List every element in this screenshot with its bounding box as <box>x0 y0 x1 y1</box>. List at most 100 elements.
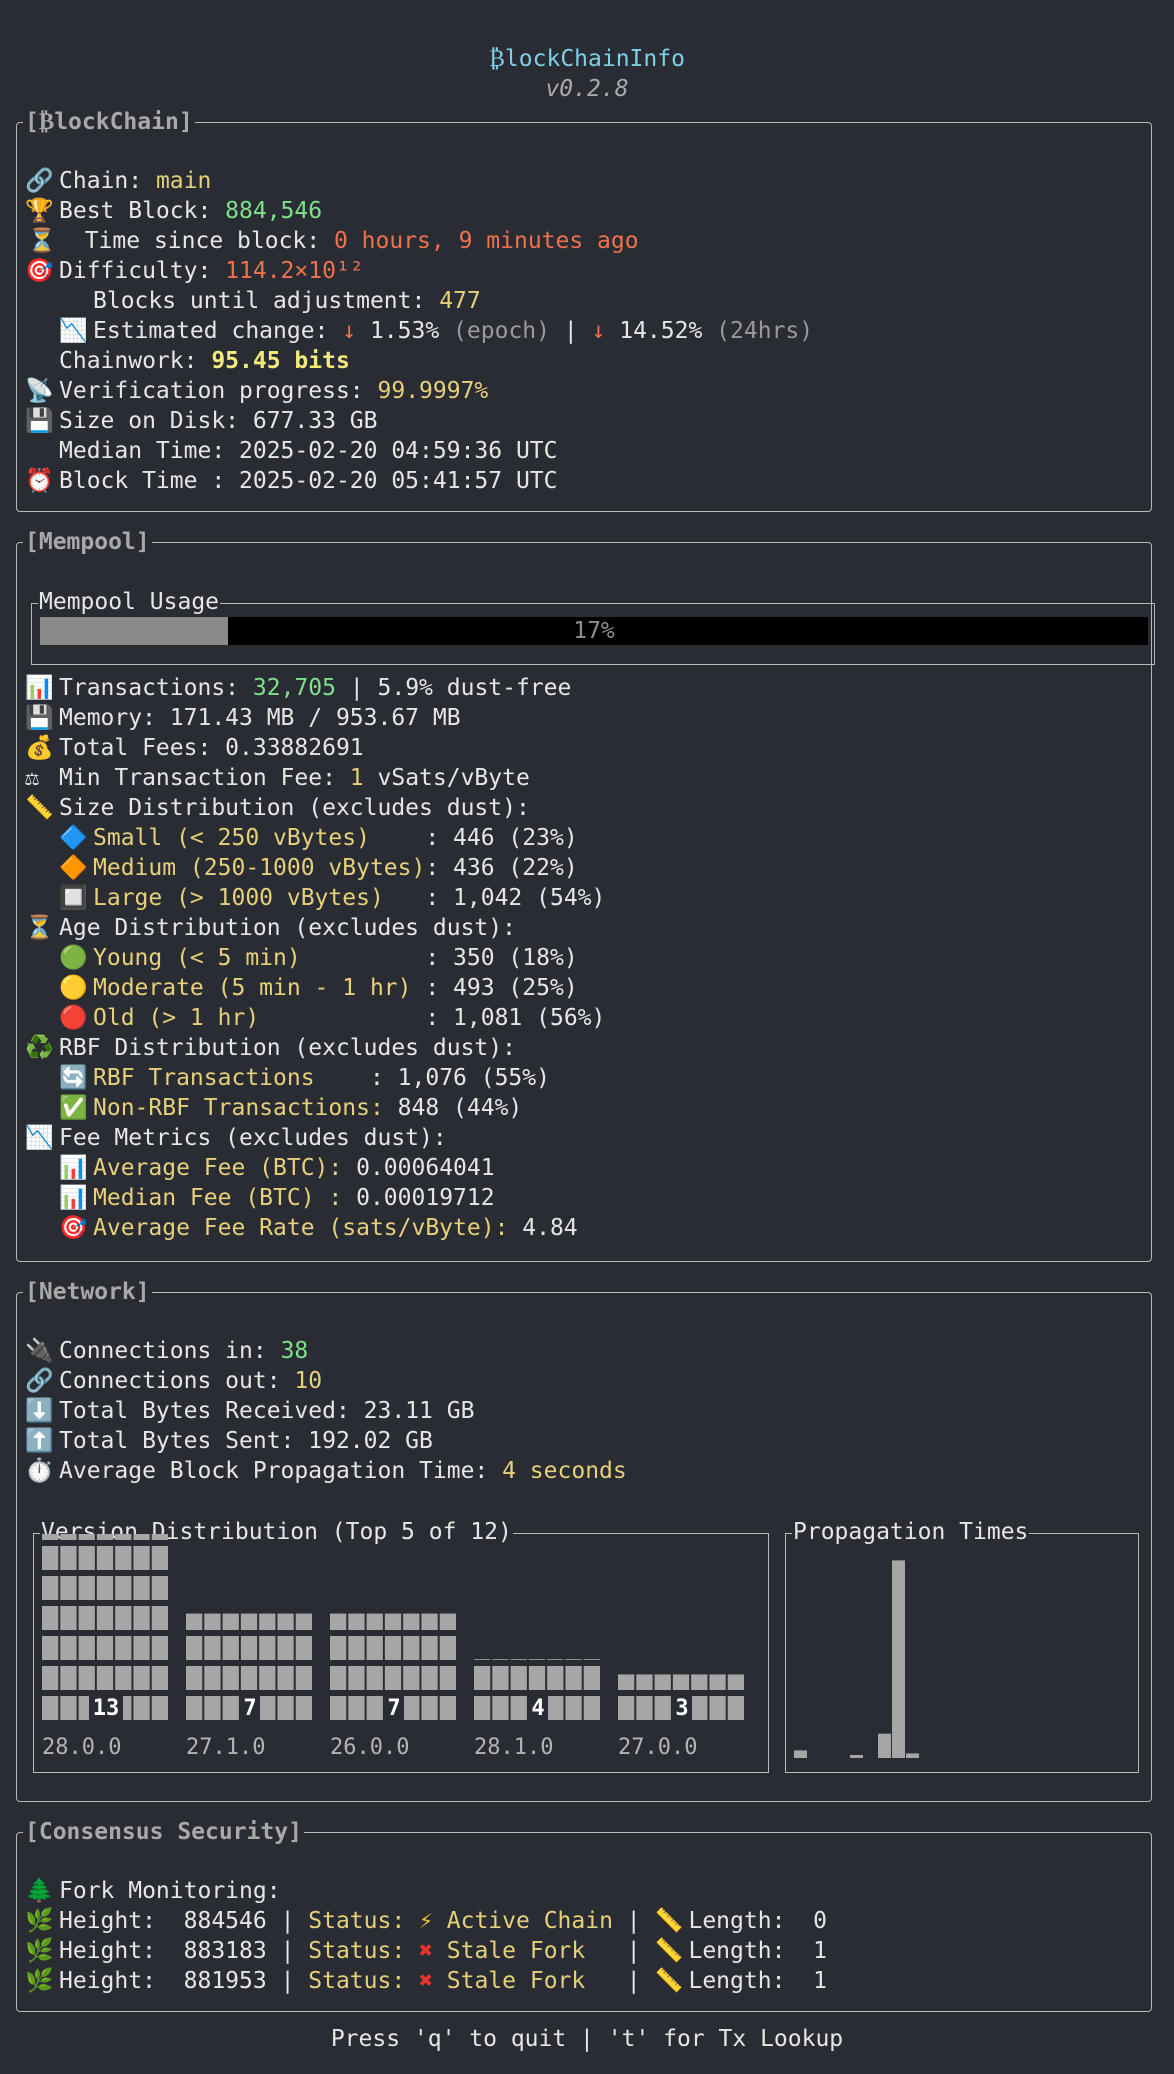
propagation-bar <box>892 1560 905 1758</box>
connections-out-value: 10 <box>294 1368 323 1394</box>
stopwatch-icon: ⏱️ <box>25 1458 54 1484</box>
median-fee-row: 📊 Median Fee (BTC) : 0.00019712 <box>59 1185 495 1211</box>
time-since-value: 0 hours, 9 minutes ago <box>333 228 639 254</box>
ruler-icon: 📏 <box>654 1938 684 1964</box>
ruler-icon: 📏 <box>654 1908 684 1934</box>
orange-diamond-icon: 🔶 <box>59 855 88 881</box>
block-time-value: 2025-02-20 05:41:57 UTC <box>239 468 558 494</box>
bar-chart-icon: 📊 <box>25 675 54 701</box>
verification-value: 99.9997% <box>377 378 489 404</box>
bytes-received-row: ⬇️ Total Bytes Received: 23.11 GB <box>25 1398 475 1424</box>
avg-fee-rate-row: 🎯 Average Fee Rate (sats/vByte): 4.84 <box>59 1215 578 1241</box>
mempool-panel: [Mempool] Mempool Usage 17% 📊 Transaction… <box>16 527 1155 1262</box>
total-fees-row: 💰 Total Fees: 0.33882691 <box>25 735 364 761</box>
size-medium-row: 🔶 Medium (250-1000 vBytes): 436 (22%) <box>59 855 578 881</box>
arrow-down-icon: ↓ <box>342 318 370 344</box>
block-time-row: ⏰ Block Time : 2025-02-20 05:41:57 UTC <box>25 468 558 494</box>
trophy-icon: 🏆 <box>25 198 54 224</box>
mempool-panel-title: [Mempool] <box>23 527 152 557</box>
hops-icon: 🌿 <box>25 1968 54 1994</box>
version-bar-value: 7 <box>387 1696 400 1721</box>
version-category-label: 27.0.0 <box>618 1735 697 1760</box>
non-rbf-row: ✅ Non-RBF Transactions: 848 (44%) <box>59 1095 523 1121</box>
fork-height: 883183 <box>183 1938 267 1964</box>
lightning-icon: ⚡ <box>419 1908 433 1934</box>
mempool-usage-title: Mempool Usage <box>38 589 221 615</box>
blockchain-panel-title: [₿lockChain] <box>23 107 195 137</box>
tree-icon: 🌲 <box>25 1878 54 1904</box>
min-fee-value: 1 <box>349 765 364 791</box>
age-old-row: 🔴 Old (> 1 hr) : 1,081 (56%) <box>59 1005 606 1031</box>
black-square-icon: 🔲 <box>59 885 88 911</box>
bytes-sent-row: ⬆️ Total Bytes Sent: 192.02 GB <box>25 1428 433 1454</box>
app-header: ₿lockChainInfo v0.2.8 <box>0 0 1174 104</box>
fork-row: 🌿 Height: 881953 | Status: ✖ Stale Fork |… <box>25 1968 827 1994</box>
version-category-label: 27.1.0 <box>186 1735 265 1760</box>
footer-hint: Press 'q' to quit | 't' for Tx Lookup <box>330 2026 844 2052</box>
up-arrow-icon: ⬆️ <box>25 1428 54 1454</box>
propagation-bar <box>878 1733 891 1758</box>
age-moderate-row: 🟡 Moderate (5 min - 1 hr) : 493 (25%) <box>59 975 578 1001</box>
version-distribution-chart: 13 28.0.0 7 27.1.0 7 26.0.0 4 28.1.0 3 27.0.0 <box>42 1534 744 1760</box>
memory-value: 171.43 MB / 953.67 MB <box>169 705 461 731</box>
propagation-time-row: ⏱️ Average Block Propagation Time: 4 seco… <box>25 1458 627 1484</box>
age-distribution-row: ⏳ Age Distribution (excludes dust): <box>25 915 516 941</box>
transactions-row: 📊 Transactions: 32,705 | 5.9% dust-free <box>25 675 572 701</box>
version-category-label: 28.1.0 <box>474 1735 553 1760</box>
verification-row: 📡 Verification progress: 99.9997% <box>25 378 489 404</box>
time-since-row: ⏳ Time since block: 0 hours, 9 minutes a… <box>25 226 639 256</box>
ruler-icon: 📏 <box>25 795 54 821</box>
blocks-until-row: Blocks until adjustment: 477 <box>93 288 481 314</box>
check-icon: ✅ <box>59 1095 88 1121</box>
scale-icon: ⚖ <box>25 765 39 791</box>
best-block-row: 🏆 Best Block: 884,546 <box>25 198 323 224</box>
propagation-times-box: Propagation Times <box>785 1519 1139 1773</box>
app-version: v0.2.8 <box>545 76 629 102</box>
avg-fee-row: 📊 Average Fee (BTC): 0.00064041 <box>59 1155 495 1181</box>
bytes-sent-value: 192.02 GB <box>308 1428 433 1454</box>
best-block-value: 884,546 <box>225 198 323 224</box>
fork-length: 0 <box>813 1908 827 1934</box>
version-category-label: 28.0.0 <box>42 1735 121 1760</box>
down-arrow-icon: ⬇️ <box>25 1398 54 1424</box>
median-time-row: Median Time: 2025-02-20 04:59:36 UTC <box>59 438 558 464</box>
connections-in-value: 38 <box>280 1338 309 1364</box>
chain-icon: 🔗 <box>25 1368 54 1394</box>
alarm-icon: ⏰ <box>25 468 54 494</box>
arrow-down-icon: ↓ <box>591 318 620 344</box>
transactions-value: 32,705 <box>252 675 336 701</box>
propagation-bar <box>906 1753 919 1758</box>
hourglass-icon: ⏳ <box>27 228 57 254</box>
chainwork-row: Chainwork: 95.45 bits <box>59 348 350 374</box>
app-title: ₿lockChainInfo <box>489 46 685 72</box>
chart-down-icon: 📉 <box>59 318 88 344</box>
blue-diamond-icon: 🔷 <box>59 825 88 851</box>
fork-height: 884546 <box>183 1908 267 1934</box>
rbf-row: 🔄 RBF Transactions : 1,076 (55%) <box>59 1065 550 1091</box>
consensus-panel: [Consensus Security] 🌲 Fork Monitoring: 🌿… <box>16 1817 1152 2012</box>
size-small-row: 🔷 Small (< 250 vBytes) : 446 (23%) <box>59 825 578 851</box>
bar-chart-icon: 📊 <box>59 1185 88 1211</box>
fork-row: 🌿 Height: 883183 | Status: ✖ Stale Fork |… <box>25 1938 827 1964</box>
ruler-icon: 📏 <box>654 1968 684 1994</box>
mempool-usage-box: Mempool Usage 17% <box>31 589 1155 665</box>
size-large-row: 🔲 Large (> 1000 vBytes) : 1,042 (54%) <box>59 885 606 911</box>
propagation-bar <box>794 1750 807 1758</box>
mempool-usage-label: 17% <box>573 618 615 644</box>
estimated-change-row: 📉 Estimated change: ↓ 1.53% (epoch) | ↓ 1… <box>59 318 814 344</box>
size-value: 677.33 GB <box>252 408 378 434</box>
median-time-value: 2025-02-20 04:59:36 UTC <box>239 438 558 464</box>
red-circle-icon: 🔴 <box>59 1005 88 1031</box>
version-category-label: 26.0.0 <box>330 1735 409 1760</box>
version-bar-value: 13 <box>93 1696 120 1721</box>
fork-length: 1 <box>813 1938 827 1964</box>
difficulty-row: 🎯 Difficulty: 114.2×10¹² <box>25 258 364 284</box>
version-bar-value: 3 <box>675 1696 688 1721</box>
disk-icon: 💾 <box>25 705 54 731</box>
difficulty-value: 114.2×10¹² <box>225 258 364 284</box>
mempool-usage-bar: 17% <box>40 617 1148 645</box>
bar-chart-icon: 📊 <box>59 1155 88 1181</box>
refresh-icon: 🔄 <box>59 1065 88 1091</box>
recycle-icon: ♻️ <box>25 1035 54 1061</box>
cross-icon: ✖ <box>419 1938 433 1964</box>
